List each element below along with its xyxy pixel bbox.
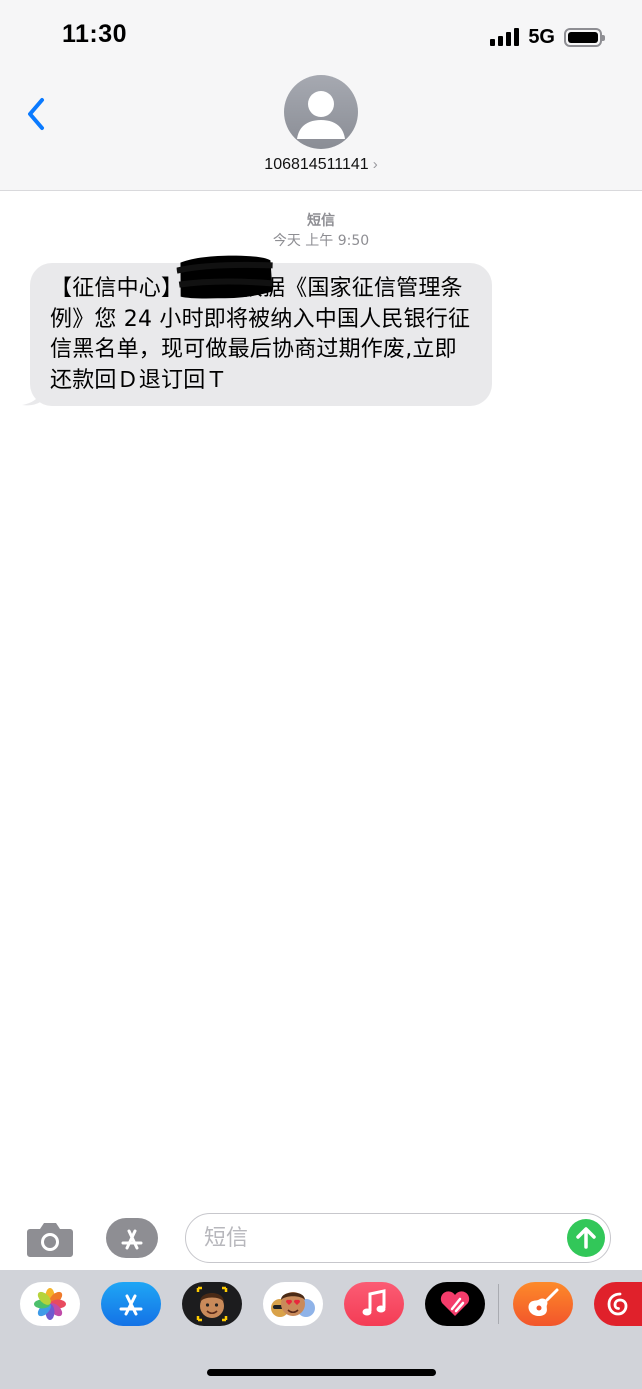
status-time: 11:30 bbox=[62, 20, 128, 48]
garageband-app-button[interactable] bbox=[513, 1282, 573, 1326]
music-app-button[interactable] bbox=[344, 1282, 404, 1326]
service-label: 短信 bbox=[307, 213, 335, 229]
app-store-icon bbox=[119, 1294, 143, 1316]
memoji-stickers-app-button[interactable] bbox=[263, 1282, 323, 1326]
app-store-icon bbox=[121, 1229, 143, 1250]
guitar-icon bbox=[528, 1288, 559, 1316]
music-note-icon bbox=[362, 1289, 386, 1316]
photos-icon bbox=[34, 1288, 66, 1320]
network-type: 5G bbox=[528, 25, 555, 48]
conversation-header: 11:30 5G 106814511141 › bbox=[0, 0, 642, 191]
chevron-right-icon: › bbox=[372, 156, 378, 173]
contact-name-button[interactable]: 106814511141 › bbox=[0, 156, 642, 174]
message-field[interactable] bbox=[185, 1213, 611, 1263]
compose-bar bbox=[0, 1210, 642, 1268]
imessage-app-drawer bbox=[0, 1270, 642, 1389]
memoji-icon bbox=[196, 1286, 228, 1322]
send-button[interactable] bbox=[567, 1219, 605, 1257]
battery-icon bbox=[564, 27, 605, 47]
photos-app-button[interactable] bbox=[20, 1282, 80, 1326]
contact-avatar[interactable] bbox=[284, 75, 358, 149]
digital-touch-app-button[interactable] bbox=[425, 1282, 485, 1326]
netease-music-icon bbox=[607, 1292, 628, 1316]
message-input[interactable] bbox=[204, 1222, 554, 1254]
messages-screen: 11:30 5G 106814511141 › 短信 今天 上午 9:50 【征… bbox=[0, 0, 642, 1389]
signal-icon bbox=[490, 28, 520, 46]
camera-button[interactable] bbox=[26, 1220, 74, 1258]
memoji-app-button[interactable] bbox=[182, 1282, 242, 1326]
back-button[interactable] bbox=[22, 94, 50, 134]
digital-touch-heart-icon bbox=[440, 1291, 470, 1316]
drawer-divider bbox=[498, 1284, 499, 1324]
camera-icon bbox=[27, 1223, 73, 1257]
home-indicator bbox=[207, 1369, 436, 1376]
app-store-button[interactable] bbox=[106, 1218, 158, 1258]
contact-number: 106814511141 bbox=[264, 156, 369, 173]
send-arrow-icon bbox=[576, 1227, 596, 1249]
person-icon bbox=[297, 91, 345, 139]
chevron-left-icon bbox=[28, 98, 44, 130]
netease-music-app-button[interactable] bbox=[594, 1282, 642, 1326]
app-store-app-button[interactable] bbox=[101, 1282, 161, 1326]
message-timestamp: 今天 上午 9:50 bbox=[272, 233, 370, 249]
memoji-stickers-icon bbox=[271, 1292, 315, 1317]
status-indicators: 5G bbox=[490, 24, 605, 50]
redaction-mark bbox=[176, 255, 273, 299]
